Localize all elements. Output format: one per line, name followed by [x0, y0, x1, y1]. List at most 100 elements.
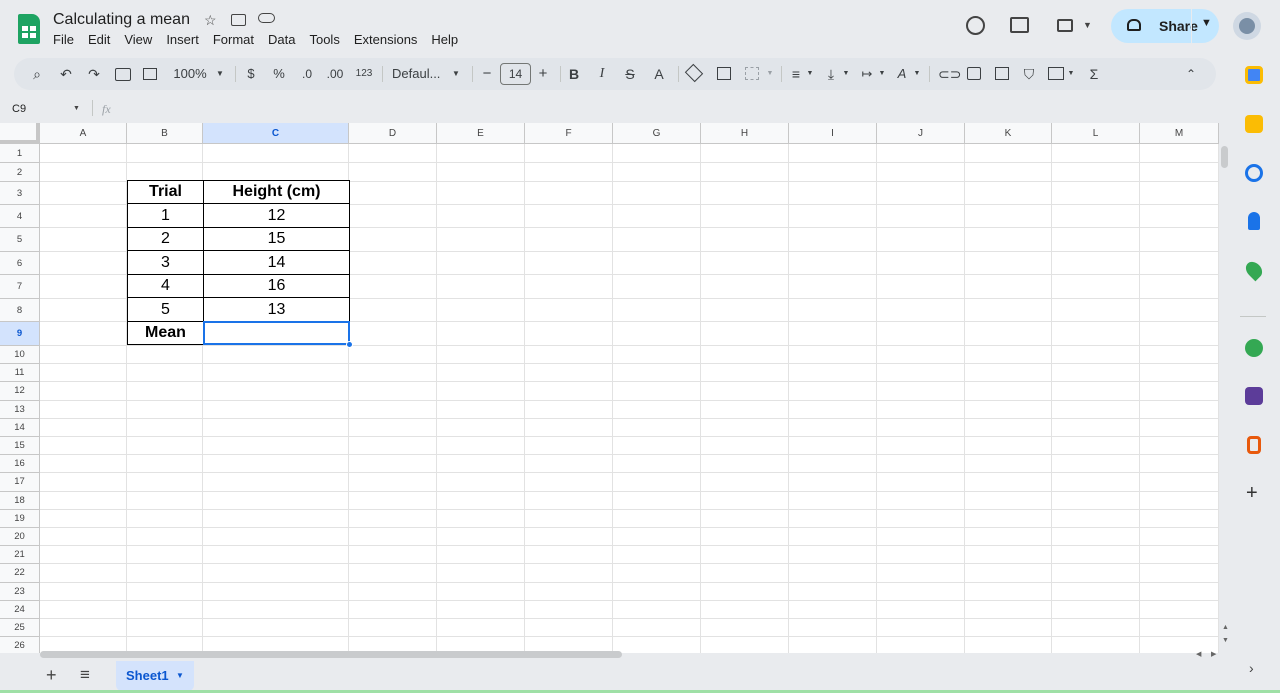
table-cell[interactable]: 4	[127, 274, 204, 298]
comments-icon[interactable]	[1010, 17, 1029, 33]
row-header-15[interactable]: 15	[0, 437, 40, 456]
document-title[interactable]: Calculating a mean	[53, 11, 190, 29]
font-size-input[interactable]: 14	[500, 63, 531, 85]
menu-file[interactable]: File	[53, 32, 74, 47]
meet-dropdown-icon[interactable]: ▼	[1083, 20, 1092, 30]
menu-format[interactable]: Format	[213, 32, 254, 47]
valign-dropdown-icon[interactable]: ▼	[842, 65, 850, 83]
column-header-d[interactable]: D	[349, 123, 437, 144]
vertical-scrollbar[interactable]	[1221, 146, 1228, 168]
row-header-8[interactable]: 8	[0, 299, 40, 322]
row-header-22[interactable]: 22	[0, 564, 40, 583]
font-size-decrease-icon[interactable]: −	[481, 65, 493, 83]
formula-input[interactable]	[125, 102, 1215, 118]
row-header-2[interactable]: 2	[0, 163, 40, 182]
strikethrough-button[interactable]: S	[623, 65, 637, 83]
collapse-menus-icon[interactable]: ⌃	[1184, 65, 1198, 83]
zoom-dropdown-icon[interactable]: ▼	[215, 65, 225, 83]
row-header-6[interactable]: 6	[0, 252, 40, 275]
move-folder-icon[interactable]	[231, 14, 246, 26]
column-header-f[interactable]: F	[525, 123, 613, 144]
font-select[interactable]: Defaul...	[392, 65, 446, 83]
calendar-icon[interactable]	[1245, 66, 1263, 84]
table-cell[interactable]: 5	[127, 297, 204, 322]
decrease-decimal-button[interactable]: .0	[297, 65, 317, 83]
get-addons-icon[interactable]: +	[1246, 482, 1258, 505]
row-header-16[interactable]: 16	[0, 455, 40, 474]
insert-chart-icon[interactable]	[995, 67, 1009, 80]
share-button[interactable]: Share ▼	[1111, 9, 1219, 43]
fill-color-icon[interactable]	[684, 63, 704, 83]
insert-link-icon[interactable]: ⊂⊃	[938, 65, 961, 83]
show-side-panel-icon[interactable]: ›	[1249, 660, 1254, 676]
row-header-20[interactable]: 20	[0, 528, 40, 547]
currency-button[interactable]: $	[245, 65, 257, 83]
row-header-10[interactable]: 10	[0, 346, 40, 365]
table-cell[interactable]: 14	[203, 250, 350, 275]
scroll-left-icon[interactable]: ◀	[1196, 650, 1201, 658]
functions-button[interactable]: Σ	[1087, 65, 1101, 83]
row-header-23[interactable]: 23	[0, 582, 40, 601]
menu-extensions[interactable]: Extensions	[354, 32, 418, 47]
row-header-11[interactable]: 11	[0, 364, 40, 383]
filter-views-icon[interactable]	[1048, 67, 1064, 80]
scroll-right-icon[interactable]: ▶	[1211, 650, 1216, 658]
row-header-25[interactable]: 25	[0, 619, 40, 638]
mean-label-cell[interactable]: Mean	[127, 321, 204, 345]
spreadsheet-grid[interactable]: ABCDEFGHIJKLM 1 2 3 4 5 6 7 8 9 10 11 12 13 14 15 16 17 1…	[0, 123, 1219, 653]
contacts-icon[interactable]	[1248, 212, 1260, 230]
column-header-l[interactable]: L	[1052, 123, 1140, 144]
row-header-7[interactable]: 7	[0, 275, 40, 299]
text-color-button[interactable]: A	[650, 65, 668, 83]
scroll-up-icon[interactable]: ▲	[1222, 624, 1229, 631]
meet-icon[interactable]	[1057, 19, 1073, 32]
name-box-dropdown-icon[interactable]: ▼	[73, 105, 80, 112]
add-sheet-icon[interactable]: +	[46, 665, 57, 686]
version-history-icon[interactable]	[966, 16, 985, 35]
forms-addon-icon[interactable]	[1245, 387, 1263, 405]
row-header-24[interactable]: 24	[0, 600, 40, 619]
row-header-1[interactable]: 1	[0, 144, 40, 163]
menu-data[interactable]: Data	[268, 32, 295, 47]
name-box[interactable]: C9	[12, 103, 26, 115]
row-header-3[interactable]: 3	[0, 182, 40, 205]
row-header-26[interactable]: 26	[0, 637, 40, 653]
percent-button[interactable]: %	[273, 65, 285, 83]
zoom-select[interactable]: 100%	[170, 65, 210, 83]
tasks-icon[interactable]	[1245, 164, 1263, 182]
table-cell[interactable]: 1	[127, 203, 204, 228]
row-header-19[interactable]: 19	[0, 509, 40, 528]
redo-icon[interactable]: ↷	[87, 65, 101, 83]
sheets-logo-icon[interactable]	[18, 14, 40, 44]
bold-button[interactable]: B	[567, 65, 581, 83]
share-dropdown-icon[interactable]: ▼	[1201, 17, 1212, 29]
keep-icon[interactable]	[1245, 115, 1263, 133]
fill-handle[interactable]	[346, 341, 353, 348]
column-header-e[interactable]: E	[437, 123, 525, 144]
office-addon-icon[interactable]	[1247, 436, 1261, 454]
menu-edit[interactable]: Edit	[88, 32, 110, 47]
table-cell[interactable]: 3	[127, 250, 204, 275]
table-cell[interactable]: 2	[127, 227, 204, 251]
column-header-a[interactable]: A	[40, 123, 127, 144]
search-menus-icon[interactable]: ⌕	[30, 65, 44, 83]
all-sheets-icon[interactable]: ≡	[80, 665, 90, 685]
column-header-m[interactable]: M	[1140, 123, 1219, 144]
merge-dropdown-icon[interactable]: ▼	[766, 65, 774, 83]
horizontal-align-icon[interactable]: ≡	[789, 65, 803, 83]
menu-view[interactable]: View	[124, 32, 152, 47]
horizontal-scrollbar[interactable]	[40, 651, 622, 658]
star-icon[interactable]: ☆	[204, 12, 217, 29]
increase-decimal-button[interactable]: .00	[324, 65, 346, 83]
sheet-tab-sheet1[interactable]: Sheet1 ▼	[116, 661, 194, 691]
italic-button[interactable]: I	[595, 65, 609, 83]
text-wrapping-icon[interactable]: ↦	[860, 65, 874, 83]
table-cell[interactable]: 16	[203, 274, 350, 298]
row-header-17[interactable]: 17	[0, 473, 40, 492]
column-header-i[interactable]: I	[789, 123, 877, 144]
row-header-12[interactable]: 12	[0, 382, 40, 401]
table-cell[interactable]: 15	[203, 227, 350, 251]
font-size-increase-icon[interactable]: +	[537, 65, 549, 83]
table-cell[interactable]: 12	[203, 203, 350, 228]
menu-insert[interactable]: Insert	[166, 32, 199, 47]
